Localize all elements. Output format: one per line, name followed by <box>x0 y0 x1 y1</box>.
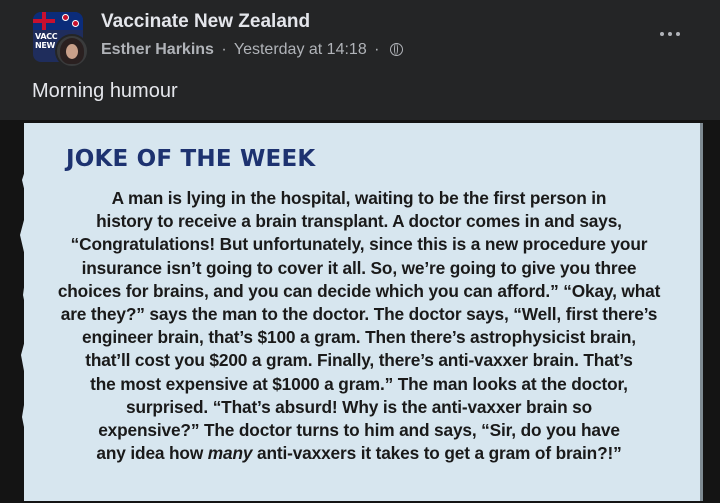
post-meta: Esther Harkins · Yesterday at 14:18 · <box>101 41 403 59</box>
more-horizontal-icon <box>660 32 664 36</box>
post-header: VACC NEW Z Vaccinate New Zealand Esther … <box>0 0 720 72</box>
joke-line: expensive?” The doctor turns to him and … <box>98 420 620 441</box>
more-horizontal-icon <box>676 32 680 36</box>
joke-line: engineer brain, that’s $100 a gram. Then… <box>82 327 636 348</box>
user-avatar[interactable] <box>55 34 89 68</box>
joke-line: “Congratulations! But unfortunately, sin… <box>70 234 648 255</box>
joke-line: history to receive a brain transplant. A… <box>96 211 622 232</box>
more-horizontal-icon <box>668 32 672 36</box>
globe-icon[interactable] <box>389 43 403 56</box>
group-name-link[interactable]: Vaccinate New Zealand <box>101 11 310 33</box>
flag-star-icon <box>63 15 68 20</box>
joke-line: choices for brains, and you can decide w… <box>57 280 661 301</box>
author-link[interactable]: Esther Harkins <box>101 41 214 58</box>
timestamp-link[interactable]: Yesterday at 14:18 <box>234 41 367 58</box>
flag-cross <box>42 12 46 30</box>
joke-text: any idea how <box>96 443 208 464</box>
joke-text: anti-vaxxers it takes to get a gram of b… <box>252 443 622 464</box>
meta-separator: · <box>221 41 227 58</box>
joke-line: A man is lying in the hospital, waiting … <box>111 188 607 208</box>
avatar-face <box>66 44 78 59</box>
more-options-button[interactable] <box>650 22 690 46</box>
joke-line: surprised. “That’s absurd! Why is the an… <box>125 396 592 417</box>
post-text: Morning humour <box>32 80 178 102</box>
joke-line: that’ll cost you $200 a gram. Finally, t… <box>85 350 633 371</box>
joke-line: insurance isn’t going to cover it all. S… <box>81 257 637 278</box>
joke-line: the most expensive at $1000 a gram.” The… <box>90 373 628 394</box>
flag-star-icon <box>73 21 78 26</box>
joke-body: A man is lying in the hospital, waiting … <box>28 187 690 465</box>
joke-title: JOKE OF THE WEEK <box>66 146 316 172</box>
joke-emphasis: many <box>207 443 253 464</box>
joke-line: are they?” says the man to the doctor. T… <box>60 304 658 325</box>
meta-separator: · <box>374 41 380 58</box>
joke-line-last: any idea how many anti-vaxxers it takes … <box>28 442 690 465</box>
